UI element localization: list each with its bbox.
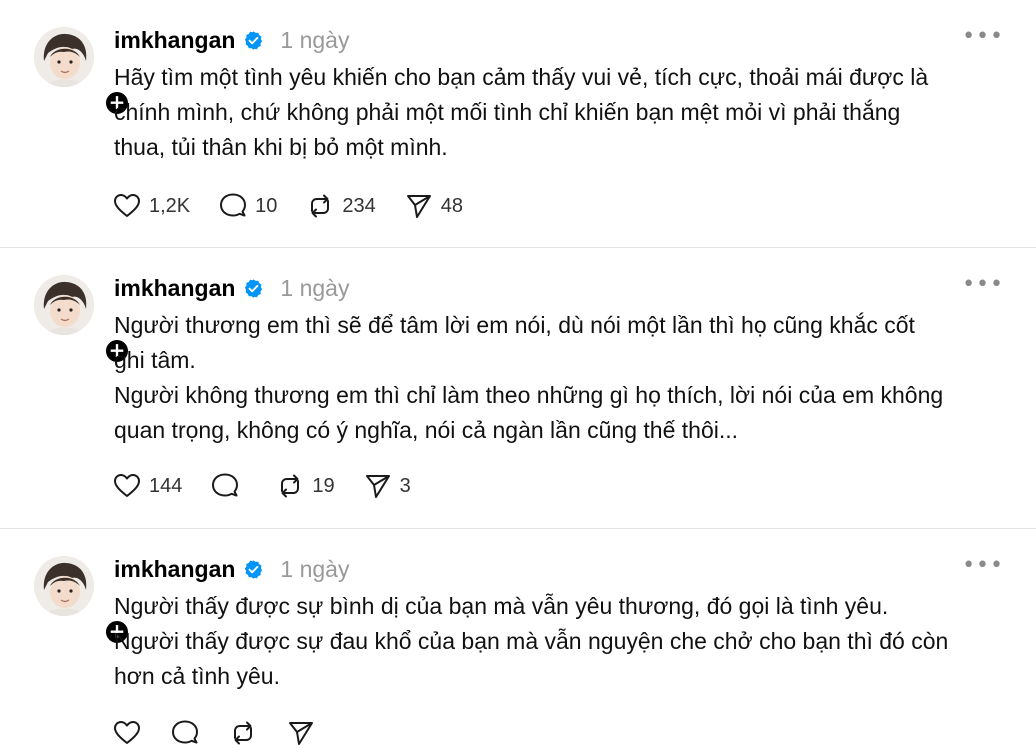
threads-feed: + imkhangan 1 ngày ••• Hãy tìm một tình … (0, 0, 1036, 745)
action-bar (112, 717, 344, 749)
action-bar: 1,2K 10 234 48 (112, 190, 491, 222)
verified-badge-icon (243, 559, 264, 580)
share-count: 3 (399, 474, 411, 497)
post-text-line: quan trọng, không có ý nghĩa, nói cả ngà… (114, 417, 739, 443)
comment-icon (220, 193, 247, 217)
post-text-line: Người không thương em thì chỉ làm theo n… (114, 382, 944, 408)
username[interactable]: imkhangan (114, 275, 235, 302)
share-button[interactable]: 3 (363, 471, 411, 501)
share-count: 48 (440, 194, 464, 217)
post: + imkhangan 1 ngày ••• Người thấy được s… (0, 529, 1036, 745)
post: + imkhangan 1 ngày ••• Người thương em t… (0, 248, 1036, 529)
post-time[interactable]: 1 ngày (280, 27, 349, 54)
verified-badge-icon (243, 30, 264, 51)
username[interactable]: imkhangan (114, 27, 235, 54)
avatar[interactable]: + (34, 275, 130, 364)
post-header: imkhangan 1 ngày (114, 26, 349, 54)
repost-icon (311, 194, 330, 218)
repost-icon (281, 474, 300, 498)
post-text-line: thua, tủi thân khi bị bỏ một mình. (114, 134, 448, 160)
post-text-line: Người thấy được sự đau khổ của bạn mà vẫ… (114, 628, 949, 654)
like-button[interactable]: 144 (112, 471, 182, 501)
heart-icon (114, 194, 140, 217)
send-icon (365, 475, 390, 498)
more-icon[interactable]: ••• (962, 553, 1004, 578)
share-button[interactable]: 48 (404, 191, 463, 221)
post: + imkhangan 1 ngày ••• Hãy tìm một tình … (0, 0, 1036, 248)
reply-button[interactable] (210, 471, 247, 501)
avatar-image (34, 27, 94, 87)
avatar[interactable]: + (34, 27, 130, 116)
post-text-line: chính mình, chứ không phải một mối tình … (114, 99, 901, 125)
verified-badge-icon (243, 278, 264, 299)
post-text-line: ghi tâm. (114, 347, 196, 373)
action-bar: 144 19 3 (112, 470, 439, 502)
post-text-line: Người thấy được sự bình dị của bạn mà vẫ… (114, 593, 889, 619)
repost-button[interactable]: 19 (275, 471, 335, 501)
username[interactable]: imkhangan (114, 556, 235, 583)
reply-count: 10 (255, 194, 278, 217)
repost-count: 234 (342, 194, 376, 217)
repost-count: 19 (312, 474, 335, 497)
post-time[interactable]: 1 ngày (280, 275, 349, 302)
post-content: Người thấy được sự bình dị của bạn mà vẫ… (114, 589, 1014, 694)
post-text-line: Hãy tìm một tình yêu khiến cho bạn cảm t… (114, 64, 929, 90)
avatar-image (34, 275, 94, 335)
reply-button[interactable]: 10 (218, 191, 277, 221)
more-icon[interactable]: ••• (962, 272, 1004, 297)
like-count: 144 (149, 474, 183, 497)
post-content: Hãy tìm một tình yêu khiến cho bạn cảm t… (114, 60, 1014, 165)
post-text-line: Người thương em thì sẽ để tâm lời em nói… (114, 312, 915, 338)
heart-icon (114, 474, 140, 497)
repost-button[interactable]: 234 (305, 191, 376, 221)
post-header: imkhangan 1 ngày (114, 274, 349, 302)
post-content: Người thương em thì sẽ để tâm lời em nói… (114, 308, 1014, 448)
avatar[interactable]: + (34, 556, 130, 645)
send-icon (406, 195, 431, 218)
like-count: 1,2K (149, 194, 191, 217)
avatar-image (34, 556, 94, 616)
like-button[interactable]: 1,2K (112, 191, 190, 221)
post-time[interactable]: 1 ngày (280, 556, 349, 583)
post-header: imkhangan 1 ngày (114, 555, 349, 583)
more-icon[interactable]: ••• (962, 24, 1004, 49)
comment-icon (212, 473, 239, 497)
post-text-line: hơn cả tình yêu. (114, 663, 280, 689)
